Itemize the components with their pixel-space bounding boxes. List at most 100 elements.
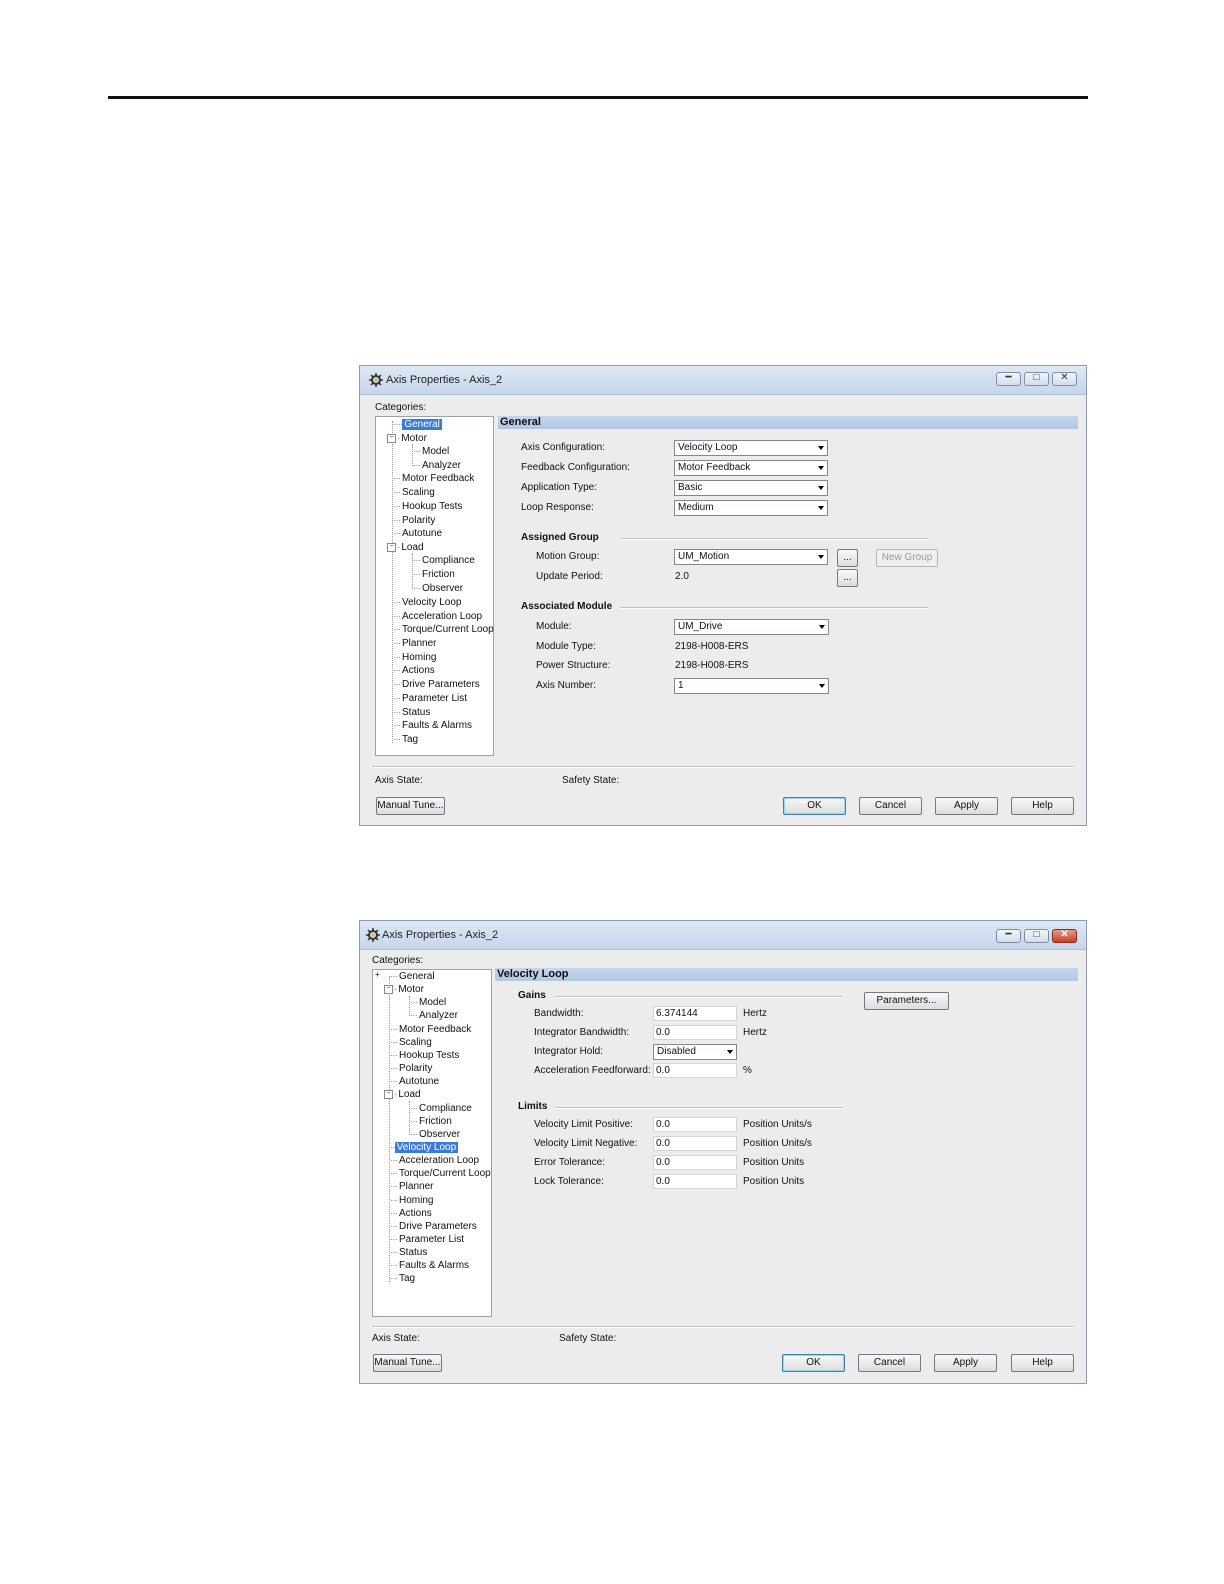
categories-tree[interactable]: ···· General − · Motor ··· Model ··· Analyzer… bbox=[375, 416, 494, 756]
tree-item-velocity-loop[interactable]: ·· Velocity Loop bbox=[390, 1142, 459, 1154]
tree-item-load[interactable]: − · Load bbox=[384, 1089, 423, 1101]
help-button[interactable]: Help bbox=[1011, 1354, 1074, 1372]
tree-item-planner[interactable]: ··· Planner bbox=[390, 1181, 435, 1193]
tree-item-model[interactable]: ··· Model bbox=[410, 997, 448, 1009]
minimize-icon: ━ bbox=[1005, 929, 1012, 940]
collapse-icon[interactable]: − bbox=[384, 984, 393, 994]
tree-item-acceleration-loop[interactable]: ··· Acceleration Loop bbox=[390, 1155, 481, 1167]
minimize-button[interactable]: ━ bbox=[996, 929, 1021, 943]
collapse-icon[interactable]: − bbox=[384, 1089, 393, 1099]
application-type-value: Basic bbox=[678, 482, 703, 493]
tree-item-parameter-list[interactable]: ··· Parameter List bbox=[393, 693, 469, 705]
cancel-button[interactable]: Cancel bbox=[858, 1354, 921, 1372]
tree-item-tag[interactable]: ··· Tag bbox=[390, 1273, 417, 1285]
tree-item-faults-alarms[interactable]: ··· Faults & Alarms bbox=[390, 1260, 471, 1272]
window-title: Axis Properties - Axis_2 bbox=[386, 374, 503, 386]
tree-item-parameter-list[interactable]: ··· Parameter List bbox=[390, 1234, 466, 1246]
tree-item-load[interactable]: − · Load bbox=[387, 542, 426, 554]
application-type-select[interactable]: Basic bbox=[674, 480, 828, 496]
tree-item-hookup-tests[interactable]: ··· Hookup Tests bbox=[393, 501, 464, 513]
categories-tree[interactable]: + ··· General − · Motor ··· Model ··· Analyze… bbox=[372, 969, 492, 1317]
accel-feedforward-input[interactable]: 0.0 bbox=[653, 1063, 737, 1078]
lock-tolerance-input[interactable]: 0.0 bbox=[653, 1174, 737, 1189]
bandwidth-input[interactable]: 6.374144 bbox=[653, 1006, 737, 1021]
tree-item-motor[interactable]: − · Motor bbox=[384, 984, 426, 996]
tree-item-general[interactable]: ···· General bbox=[393, 419, 442, 431]
maximize-button[interactable]: □ bbox=[1024, 372, 1049, 386]
tree-item-velocity-loop[interactable]: ··· Velocity Loop bbox=[393, 597, 464, 609]
tree-item-status[interactable]: ··· Status bbox=[390, 1247, 429, 1259]
motion-group-browse-button[interactable]: ... bbox=[837, 549, 858, 567]
title-bar[interactable]: Axis Properties - Axis_2 ━ □ ✕ bbox=[360, 366, 1086, 395]
manual-tune-button[interactable]: Manual Tune... bbox=[373, 1354, 442, 1372]
maximize-button[interactable]: □ bbox=[1024, 929, 1049, 943]
tree-item-drive-parameters[interactable]: ··· Drive Parameters bbox=[393, 679, 482, 691]
tree-item-general[interactable]: ··· General bbox=[390, 971, 437, 983]
axis-number-select[interactable]: 1 bbox=[674, 678, 829, 694]
tree-item-motor-feedback[interactable]: ··· Motor Feedback bbox=[393, 473, 476, 485]
tree-item-observer[interactable]: ··· Observer bbox=[413, 583, 465, 595]
categories-label: Categories: bbox=[375, 402, 427, 413]
tree-item-torque-current-loop[interactable]: ··· Torque/Current Loop bbox=[390, 1168, 493, 1180]
tree-item-observer[interactable]: ··· Observer bbox=[410, 1129, 462, 1141]
tree-item-motor[interactable]: − · Motor bbox=[387, 433, 429, 445]
tree-item-torque-current-loop[interactable]: ··· Torque/Current Loop bbox=[393, 624, 496, 636]
tree-item-autotune[interactable]: ··· Autotune bbox=[393, 528, 444, 540]
update-period-browse-button[interactable]: ... bbox=[837, 569, 858, 587]
tree-item-friction[interactable]: ··· Friction bbox=[413, 569, 457, 581]
tree-item-analyzer[interactable]: ··· Analyzer bbox=[410, 1010, 460, 1022]
tree-item-friction[interactable]: ··· Friction bbox=[410, 1116, 454, 1128]
axis-configuration-select[interactable]: Velocity Loop bbox=[674, 440, 828, 456]
tree-item-planner[interactable]: ··· Planner bbox=[393, 638, 438, 650]
new-group-button[interactable]: New Group bbox=[876, 549, 938, 567]
tree-item-tag[interactable]: ··· Tag bbox=[393, 734, 420, 746]
motion-group-select[interactable]: UM_Motion bbox=[674, 549, 828, 565]
apply-button[interactable]: Apply bbox=[934, 1354, 997, 1372]
collapse-icon[interactable]: − bbox=[387, 433, 396, 443]
collapse-icon[interactable]: − bbox=[387, 542, 396, 552]
tree-item-actions[interactable]: ··· Actions bbox=[393, 665, 437, 677]
tree-item-drive-parameters[interactable]: ··· Drive Parameters bbox=[390, 1221, 479, 1233]
dropdown-arrow-icon bbox=[818, 486, 824, 490]
tree-item-scaling[interactable]: ··· Scaling bbox=[393, 487, 437, 499]
cancel-button[interactable]: Cancel bbox=[859, 797, 922, 815]
tree-item-hookup-tests[interactable]: ··· Hookup Tests bbox=[390, 1050, 461, 1062]
integrator-hold-select[interactable]: Disabled bbox=[653, 1044, 737, 1060]
tree-item-scaling[interactable]: ··· Scaling bbox=[390, 1037, 434, 1049]
tree-item-polarity[interactable]: ··· Polarity bbox=[390, 1063, 434, 1075]
parameters-button[interactable]: Parameters... bbox=[864, 992, 949, 1010]
group-divider bbox=[555, 996, 843, 998]
tree-item-analyzer[interactable]: ··· Analyzer bbox=[413, 460, 463, 472]
tree-item-homing[interactable]: ··· Homing bbox=[393, 652, 438, 664]
module-label: Module: bbox=[536, 621, 572, 632]
help-button[interactable]: Help bbox=[1011, 797, 1074, 815]
minimize-button[interactable]: ━ bbox=[996, 372, 1021, 386]
tree-item-actions[interactable]: ··· Actions bbox=[390, 1208, 434, 1220]
tree-item-compliance[interactable]: ··· Compliance bbox=[413, 555, 477, 567]
tree-item-acceleration-loop[interactable]: ··· Acceleration Loop bbox=[393, 611, 484, 623]
close-button[interactable]: ✕ bbox=[1052, 929, 1077, 943]
tree-item-motor-feedback[interactable]: ··· Motor Feedback bbox=[390, 1024, 473, 1036]
close-button[interactable]: ✕ bbox=[1052, 372, 1077, 386]
ok-button[interactable]: OK bbox=[783, 797, 846, 815]
apply-button[interactable]: Apply bbox=[935, 797, 998, 815]
tree-item-status[interactable]: ··· Status bbox=[393, 707, 432, 719]
loop-response-select[interactable]: Medium bbox=[674, 500, 828, 516]
tree-item-homing[interactable]: ··· Homing bbox=[390, 1195, 435, 1207]
integrator-bandwidth-input[interactable]: 0.0 bbox=[653, 1025, 737, 1040]
error-tolerance-input[interactable]: 0.0 bbox=[653, 1155, 737, 1170]
window-title: Axis Properties - Axis_2 bbox=[382, 929, 499, 941]
manual-tune-button[interactable]: Manual Tune... bbox=[376, 797, 445, 815]
title-bar[interactable]: Axis Properties - Axis_2 ━ □ ✕ bbox=[360, 921, 1086, 950]
tree-item-compliance[interactable]: ··· Compliance bbox=[410, 1103, 474, 1115]
module-select[interactable]: UM_Drive bbox=[674, 619, 829, 635]
feedback-configuration-select[interactable]: Motor Feedback bbox=[674, 460, 828, 476]
velocity-limit-positive-input[interactable]: 0.0 bbox=[653, 1117, 737, 1132]
tree-item-model[interactable]: ··· Model bbox=[413, 446, 451, 458]
tree-item-polarity[interactable]: ··· Polarity bbox=[393, 515, 437, 527]
tree-item-faults-alarms[interactable]: ··· Faults & Alarms bbox=[393, 720, 474, 732]
tree-item-autotune[interactable]: ··· Autotune bbox=[390, 1076, 441, 1088]
velocity-limit-negative-input[interactable]: 0.0 bbox=[653, 1136, 737, 1151]
bandwidth-label: Bandwidth: bbox=[534, 1008, 584, 1019]
ok-button[interactable]: OK bbox=[782, 1354, 845, 1372]
